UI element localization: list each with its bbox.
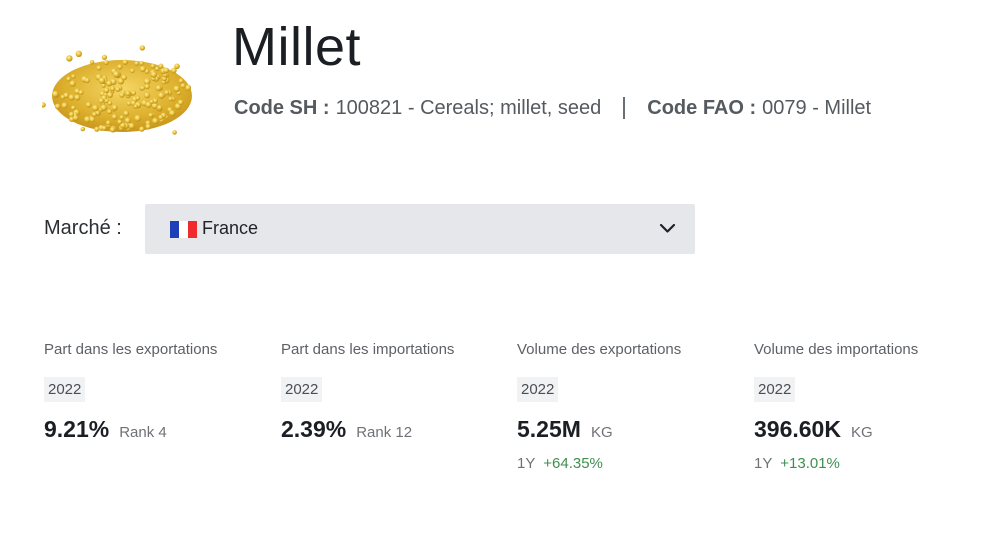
stat-import-volume: Volume des importations 2022 396.60K KG …	[754, 340, 979, 472]
stat-rank: Rank 4	[119, 424, 167, 441]
year-badge: 2022	[44, 377, 86, 402]
chevron-down-icon[interactable]	[659, 222, 676, 234]
code-sh-label: Code SH :	[234, 96, 330, 119]
stat-value: 396.60K	[754, 416, 841, 442]
flag-stripe-red	[188, 221, 197, 238]
stat-rank: Rank 12	[356, 424, 413, 441]
divider	[623, 97, 626, 119]
flag-stripe-white	[179, 221, 188, 238]
stat-value-row: 9.21% Rank 4	[44, 416, 269, 443]
stat-unit: KG	[590, 424, 613, 441]
year-badge: 2022	[754, 377, 796, 402]
page-title: Millet	[232, 17, 362, 77]
stat-export-volume: Volume des exportations 2022 5.25M KG 1Y…	[517, 340, 742, 472]
stat-import-share: Part dans les importations 2022 2.39% Ra…	[281, 340, 506, 443]
market-selected-value: France	[202, 218, 259, 238]
stat-title: Part dans les exportations	[44, 341, 218, 358]
millet-seeds-image	[42, 45, 192, 135]
stat-value: 9.21%	[44, 416, 110, 442]
code-fao-value: 0079 - Millet	[762, 96, 872, 119]
stat-change: 1Y +64.35%	[517, 455, 742, 472]
stat-unit: KG	[850, 424, 873, 441]
stat-value-row: 5.25M KG	[517, 416, 742, 443]
stat-export-share: Part dans les exportations 2022 9.21% Ra…	[44, 340, 269, 443]
france-flag-icon	[170, 221, 197, 238]
code-sh-value: 100821 - Cereals; millet, seed	[335, 96, 602, 119]
year-badge: 2022	[281, 377, 323, 402]
year-badge: 2022	[517, 377, 559, 402]
change-period: 1Y	[517, 455, 536, 472]
stat-value: 5.25M	[517, 416, 581, 442]
market-select[interactable]: France	[145, 204, 695, 254]
change-value: +64.35%	[543, 455, 603, 472]
stat-value: 2.39%	[281, 416, 347, 442]
stat-change: 1Y +13.01%	[754, 455, 979, 472]
stat-title: Volume des importations	[754, 341, 919, 358]
stat-value-row: 396.60K KG	[754, 416, 979, 443]
code-fao-label: Code FAO :	[647, 96, 757, 119]
change-value: +13.01%	[780, 455, 840, 472]
stat-title: Part dans les importations	[281, 341, 455, 358]
change-period: 1Y	[754, 455, 773, 472]
stat-value-row: 2.39% Rank 12	[281, 416, 506, 443]
stat-title: Volume des exportations	[517, 341, 682, 358]
flag-stripe-blue	[170, 221, 179, 238]
product-codes: Code SH : 100821 - Cereals; millet, seed…	[234, 96, 871, 120]
market-label: Marché :	[44, 217, 122, 239]
